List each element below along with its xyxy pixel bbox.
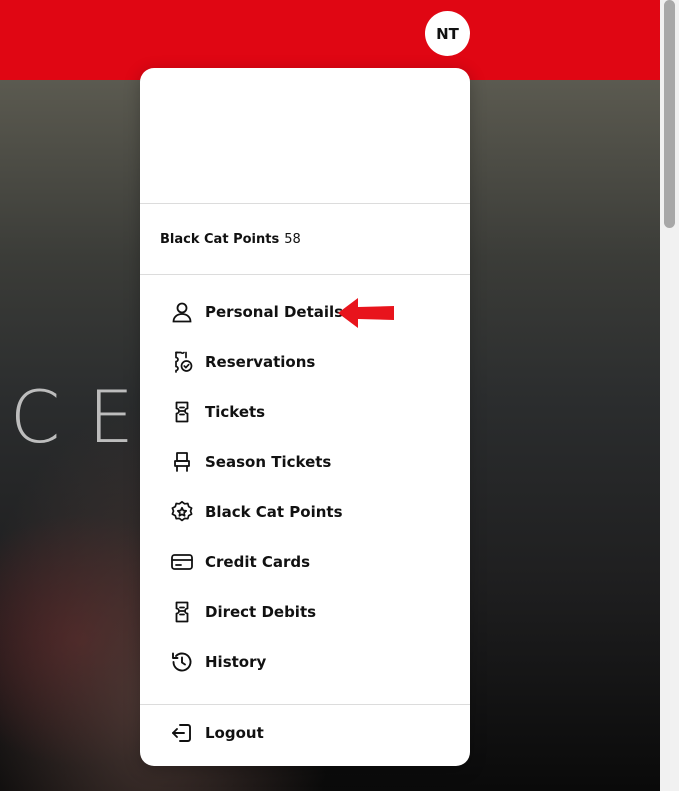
black-cat-points-summary: Black Cat Points 58 <box>140 204 470 275</box>
user-avatar[interactable]: NT <box>425 11 470 56</box>
menu-item-label: Season Tickets <box>205 453 332 471</box>
menu-item-label: Tickets <box>205 403 266 421</box>
menu-item-logout[interactable]: Logout <box>140 708 470 758</box>
menu-item-personal-details[interactable]: Personal Details <box>140 287 470 337</box>
menu-item-credit-cards[interactable]: Credit Cards <box>140 537 470 587</box>
points-value: 58 <box>284 231 301 247</box>
seat-icon <box>169 449 195 475</box>
direct-debit-icon <box>169 599 195 625</box>
logout-icon <box>169 720 195 746</box>
menu-divider <box>140 704 470 705</box>
menu-item-tickets[interactable]: Tickets <box>140 387 470 437</box>
menu-item-label: Personal Details <box>205 303 344 321</box>
menu-header-blank <box>140 68 470 204</box>
credit-card-icon <box>169 549 195 575</box>
history-icon <box>169 649 195 675</box>
menu-item-label: Logout <box>205 724 264 742</box>
menu-item-label: History <box>205 653 267 671</box>
hero-text: CE <box>10 375 162 459</box>
ticket-icon <box>169 399 195 425</box>
annotation-arrow-icon <box>336 296 396 330</box>
user-icon <box>169 299 195 325</box>
star-badge-icon <box>169 499 195 525</box>
reservations-icon <box>169 349 195 375</box>
menu-item-season-tickets[interactable]: Season Tickets <box>140 437 470 487</box>
menu-item-black-cat-points[interactable]: Black Cat Points <box>140 487 470 537</box>
menu-item-direct-debits[interactable]: Direct Debits <box>140 587 470 637</box>
account-dropdown-menu: Black Cat Points 58 Personal Details Res… <box>140 68 470 766</box>
menu-item-label: Reservations <box>205 353 316 371</box>
points-label: Black Cat Points <box>160 231 280 247</box>
menu-item-label: Credit Cards <box>205 553 311 571</box>
menu-item-label: Black Cat Points <box>205 503 343 521</box>
menu-item-label: Direct Debits <box>205 603 317 621</box>
menu-item-history[interactable]: History <box>140 637 470 687</box>
menu-item-reservations[interactable]: Reservations <box>140 337 470 387</box>
scrollbar-thumb[interactable] <box>664 0 675 228</box>
